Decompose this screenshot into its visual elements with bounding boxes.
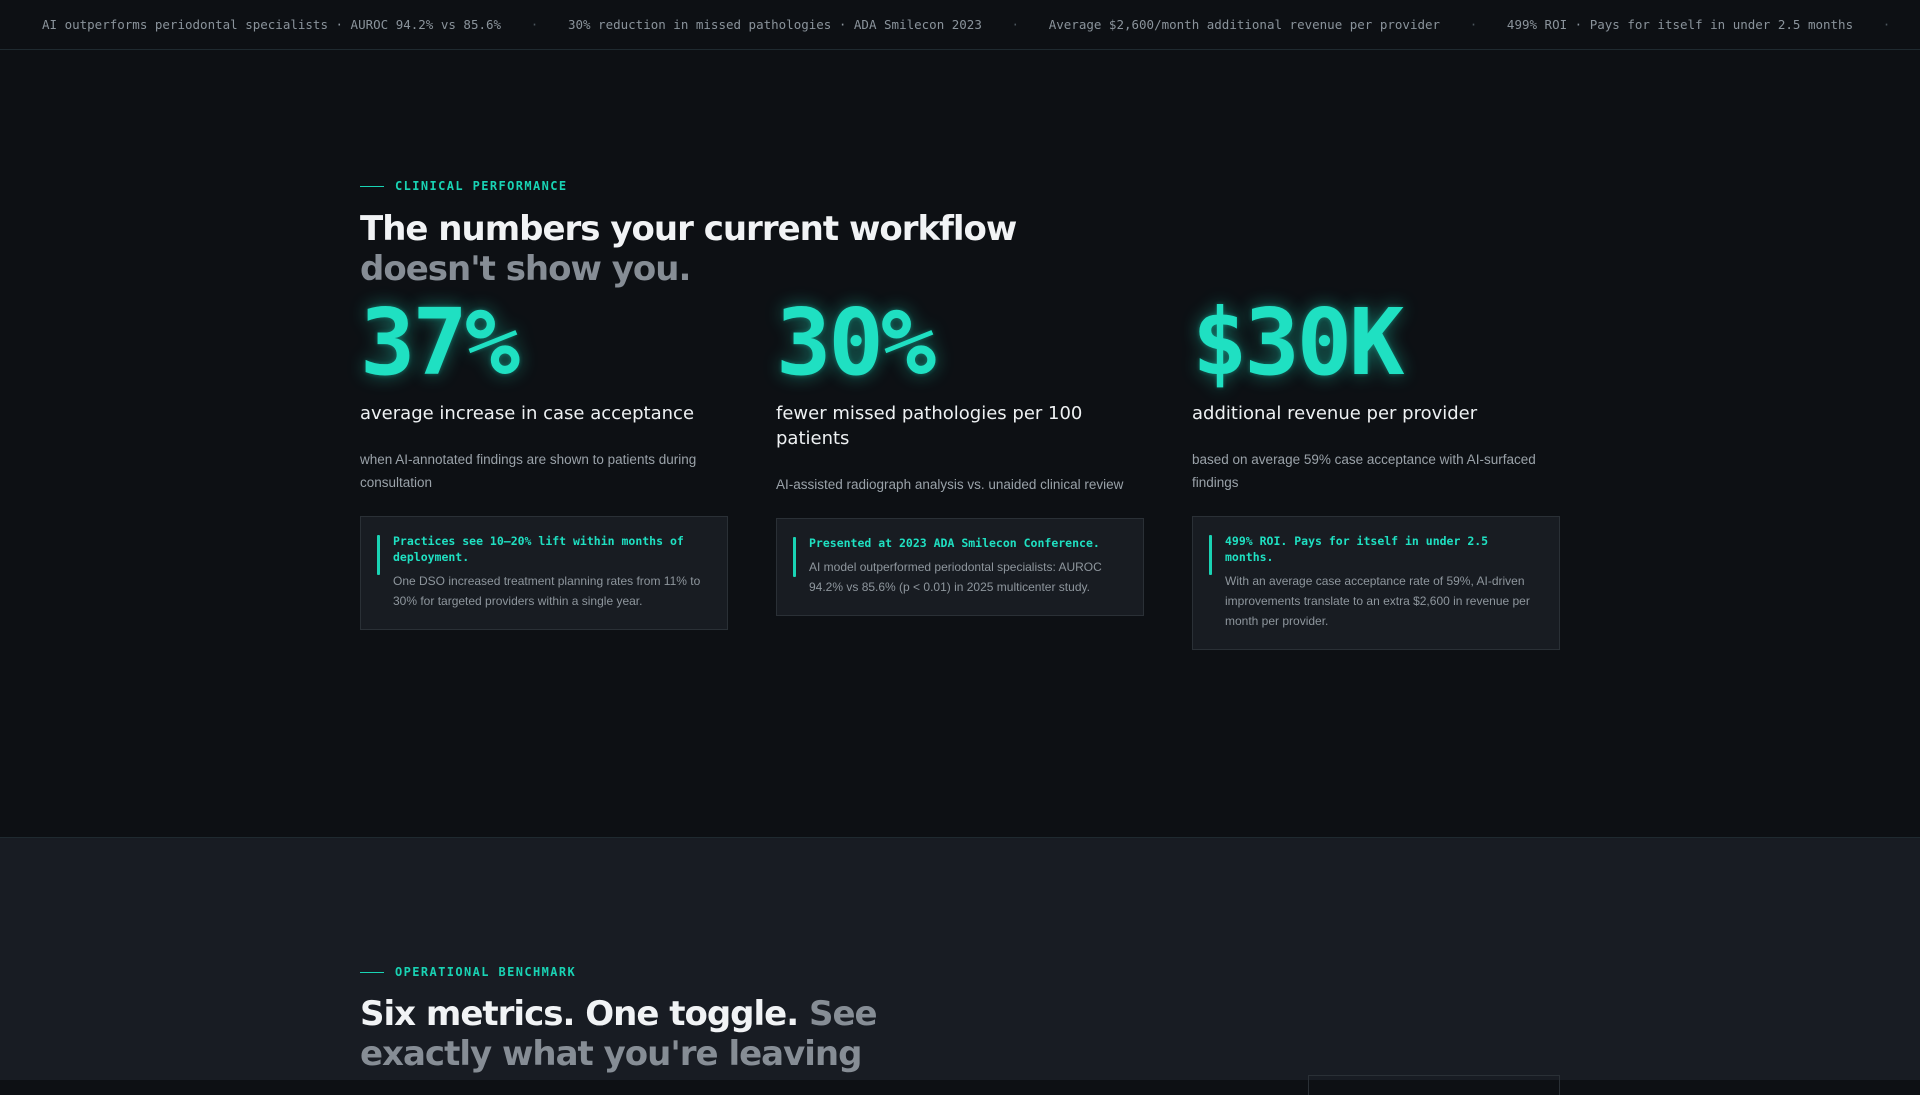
evidence-card: Presented at 2023 ADA Smilecon Conferenc… [776, 518, 1144, 616]
card-title: Practices see 10–20% lift within months … [393, 534, 684, 564]
heading-main: The numbers your current workflow [360, 209, 1017, 249]
stat-description: AI-assisted radiograph analysis vs. unai… [776, 477, 1124, 492]
card-title: Presented at 2023 ADA Smilecon Conferenc… [809, 536, 1100, 550]
stat-description: when AI-annotated findings are shown to … [360, 452, 697, 490]
ticker-item: Average $2,600/month additional revenue … [1048, 17, 1441, 32]
section-eyebrow: OPERATIONAL BENCHMARK [360, 965, 576, 979]
ticker-separator: · [1882, 17, 1891, 32]
section-heading: Six metrics. One toggle. See exactly wha… [360, 994, 880, 1074]
ticker-separator: · [1011, 17, 1020, 32]
stats-ticker: AI outperforms periodontal specialists ·… [0, 0, 1920, 50]
ticker-item: 30% reduction in missed pathologies · AD… [567, 17, 982, 32]
ticker-separator: · [530, 17, 539, 32]
card-accent-bar [377, 535, 380, 575]
evidence-card: 499% ROI. Pays for itself in under 2.5 m… [1192, 516, 1560, 650]
card-body: AI model outperformed periodontal specia… [809, 560, 1102, 594]
stat-label: fewer missed pathologies per 100 patient… [776, 403, 1083, 449]
eyebrow-line [360, 971, 384, 973]
card-accent-bar [1209, 535, 1212, 575]
eyebrow-label: CLINICAL PERFORMANCE [395, 179, 568, 193]
stat-additional-revenue: $30K additional revenue per provider bas… [1192, 293, 1560, 650]
operational-benchmark-section: OPERATIONAL BENCHMARK Six metrics. One t… [0, 837, 1920, 1080]
stat-value: $30K [1192, 289, 1405, 396]
eyebrow-label: OPERATIONAL BENCHMARK [395, 965, 577, 979]
clinical-performance-section: CLINICAL PERFORMANCE The numbers your cu… [0, 51, 1920, 837]
stat-label: additional revenue per provider [1192, 403, 1478, 424]
ticker-item: AI outperforms periodontal specialists ·… [42, 17, 502, 32]
stat-missed-pathologies: 30% fewer missed pathologies per 100 pat… [776, 293, 1144, 616]
ticker-item: 499% ROI · Pays for itself in under 2.5 … [1506, 17, 1854, 32]
stat-case-acceptance: 37% average increase in case acceptance … [360, 293, 728, 630]
heading-main: Six metrics. One toggle. [360, 994, 799, 1034]
eyebrow-line [360, 185, 384, 187]
section-heading: The numbers your current workflow doesn'… [360, 209, 1017, 289]
stat-description: based on average 59% case acceptance wit… [1192, 452, 1536, 490]
ticker-separator: · [1469, 17, 1478, 32]
card-accent-bar [793, 537, 796, 577]
card-body: One DSO increased treatment planning rat… [393, 574, 701, 608]
toggle-panel-edge [1308, 1075, 1560, 1095]
heading-muted: doesn't show you. [360, 249, 691, 289]
stat-value: 37% [360, 289, 520, 396]
stat-value: 30% [776, 289, 936, 396]
evidence-card: Practices see 10–20% lift within months … [360, 516, 728, 630]
card-body: With an average case acceptance rate of … [1225, 574, 1530, 628]
section-eyebrow: CLINICAL PERFORMANCE [360, 179, 568, 193]
card-title: 499% ROI. Pays for itself in under 2.5 m… [1225, 534, 1489, 564]
stat-label: average increase in case acceptance [360, 403, 695, 424]
